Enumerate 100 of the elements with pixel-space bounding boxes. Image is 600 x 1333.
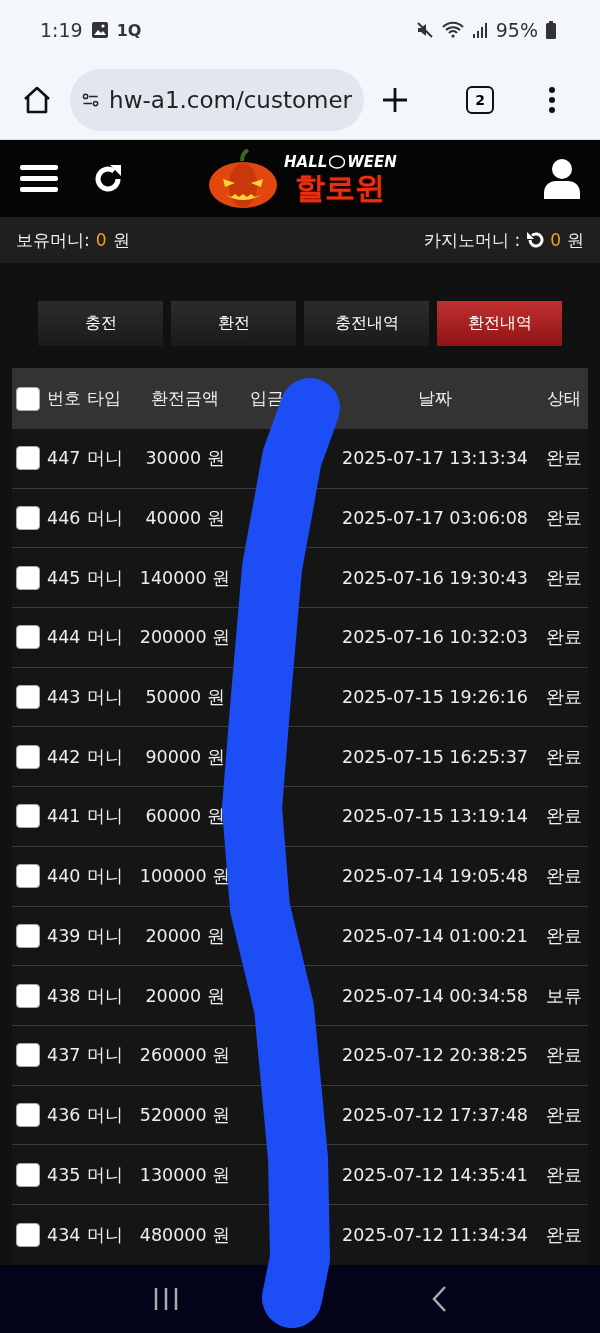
table-cell-text: 443	[46, 687, 82, 708]
column-header: 번호	[46, 387, 82, 410]
casino-balance-value: 0	[550, 230, 561, 250]
column-header: 상태	[546, 387, 582, 410]
table-cell-text: 머니	[86, 745, 124, 769]
table-cell-text: 완료	[545, 566, 583, 590]
table-cell-text: 440	[46, 866, 82, 887]
table-cell-text: 2025-07-14 19:05:48	[341, 866, 529, 887]
table-cell-text: 머니	[86, 447, 124, 471]
tab[interactable]: 충전내역	[304, 301, 429, 346]
table-cell-text: 20000 원	[144, 984, 226, 1008]
column-header: 타입	[86, 387, 122, 410]
checkbox[interactable]	[16, 1162, 40, 1187]
currency-unit: 원	[112, 228, 130, 252]
table-cell-text: 2025-07-14 01:00:21	[341, 925, 529, 946]
table-cell-text: 520000 원	[138, 1103, 232, 1127]
table-cell-text: 446	[46, 508, 82, 529]
image-icon	[90, 21, 109, 39]
checkbox[interactable]	[16, 1102, 40, 1127]
back-icon[interactable]	[431, 1284, 447, 1313]
table-cell-text: 머니	[86, 1163, 124, 1187]
currency-unit: 원	[567, 228, 584, 252]
table-cell-text: 436	[46, 1104, 82, 1125]
column-header: 날짜	[417, 387, 453, 410]
mute-icon	[415, 21, 434, 39]
wifi-icon	[441, 21, 464, 39]
reload-icon[interactable]	[526, 231, 545, 249]
url-text: hw-a1.com/customer	[109, 86, 352, 113]
table-cell-text: 447	[46, 448, 82, 469]
table-cell-text: 437	[46, 1045, 82, 1066]
logo-text: HALL	[284, 152, 328, 171]
address-bar[interactable]: hw-a1.com/customer	[70, 68, 364, 131]
checkbox[interactable]	[16, 565, 40, 590]
table-cell-text: 439	[46, 925, 82, 946]
checkbox[interactable]	[16, 1222, 40, 1247]
table-cell-text: 완료	[545, 507, 583, 531]
table-cell-text: 444	[46, 627, 82, 648]
balance-value: 0	[95, 230, 107, 250]
table-cell-text: 480000 원	[138, 1223, 232, 1247]
table-cell-text: 완료	[545, 686, 583, 710]
table-cell-text: 완료	[545, 745, 583, 769]
battery-icon	[546, 21, 556, 39]
menu-icon[interactable]	[20, 162, 58, 195]
table-cell-text: 머니	[86, 924, 124, 948]
table-cell-text: 2025-07-12 17:37:48	[341, 1104, 529, 1125]
plus-icon[interactable]	[382, 86, 408, 113]
table-cell-text: 2025-07-17 03:06:08	[341, 508, 529, 529]
table-cell-text: 완료	[545, 805, 583, 829]
table-cell-text: 2025-07-12 11:34:34	[341, 1224, 529, 1245]
user-icon[interactable]	[544, 158, 580, 199]
logo-text: WEEN	[347, 152, 397, 171]
checkbox[interactable]	[16, 506, 40, 531]
table-cell-text: 435	[46, 1164, 82, 1185]
checkbox[interactable]	[16, 923, 40, 948]
tab[interactable]: 환전내역	[437, 301, 562, 346]
table-cell-text: 머니	[86, 1044, 124, 1068]
tab[interactable]: 환전	[171, 301, 296, 346]
clock-time: 1:19	[40, 19, 83, 41]
tab[interactable]: 충전	[38, 301, 163, 346]
table-cell-text: 438	[46, 985, 82, 1006]
table-cell-text: 머니	[86, 865, 124, 889]
table-cell-text: 완료	[545, 1163, 583, 1187]
checkbox[interactable]	[16, 983, 40, 1008]
checkbox[interactable]	[16, 625, 40, 650]
table-cell-text: 2025-07-16 10:32:03	[341, 627, 529, 648]
table-cell-text: 보류	[545, 984, 583, 1008]
table-cell-text: 90000 원	[144, 745, 226, 769]
table-cell-text: 260000 원	[138, 1044, 232, 1068]
table-cell-text: 머니	[86, 805, 124, 829]
notification-label: 1Q	[116, 20, 142, 40]
table-cell-text: 2025-07-12 14:35:41	[341, 1164, 529, 1185]
table-cell-text: 50000 원	[144, 686, 226, 710]
table-cell-text: 2025-07-12 20:38:25	[341, 1045, 529, 1066]
more-icon[interactable]	[548, 86, 556, 113]
battery-percent: 95%	[495, 19, 538, 41]
table-cell-text: 445	[46, 567, 82, 588]
column-header: 환전금액	[150, 387, 220, 410]
table-cell-text: 머니	[86, 507, 124, 531]
checkbox[interactable]	[16, 1043, 40, 1068]
table-cell-text: 완료	[545, 1044, 583, 1068]
table-cell-text: 완료	[545, 924, 583, 948]
checkbox[interactable]	[16, 685, 40, 710]
checkbox[interactable]	[16, 386, 40, 411]
table-cell-text: 머니	[86, 626, 124, 650]
checkbox[interactable]	[16, 864, 40, 889]
table-cell-text: 442	[46, 746, 82, 767]
recent-apps-icon[interactable]	[153, 1286, 179, 1311]
checkbox[interactable]	[16, 744, 40, 769]
logo-title: 할로윈	[295, 170, 386, 205]
tab-count-button[interactable]: 2	[466, 85, 494, 114]
balance-label: 보유머니:	[16, 228, 90, 252]
table-cell-text: 2025-07-16 19:30:43	[341, 567, 529, 588]
table-cell-text: 완료	[545, 865, 583, 889]
casino-balance-label: 카지노머니 :	[424, 228, 521, 252]
checkbox[interactable]	[16, 804, 40, 829]
table-cell-text: 2025-07-15 16:25:37	[341, 746, 529, 767]
checkbox[interactable]	[16, 446, 40, 471]
table-cell-text: 완료	[545, 1223, 583, 1247]
table-cell-text: 441	[46, 806, 82, 827]
home-icon[interactable]	[22, 84, 52, 115]
